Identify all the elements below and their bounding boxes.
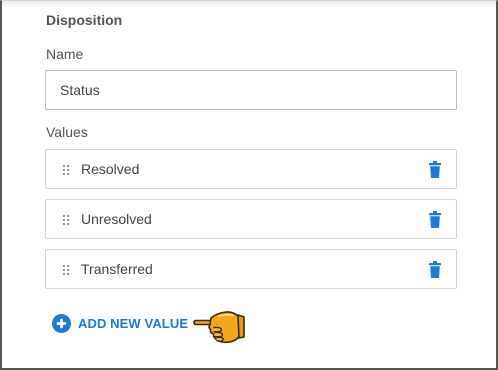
trash-icon[interactable] bbox=[429, 261, 441, 278]
trash-icon[interactable] bbox=[429, 161, 441, 178]
value-label: Transferred bbox=[81, 261, 153, 277]
panel-top-shadow bbox=[2, 1, 496, 7]
name-label: Name bbox=[46, 46, 84, 62]
value-label: Unresolved bbox=[81, 211, 152, 227]
name-input[interactable] bbox=[45, 70, 457, 110]
add-new-value-button[interactable]: ADD NEW VALUE bbox=[52, 313, 188, 333]
drag-handle-icon[interactable] bbox=[62, 214, 70, 226]
hand-pointer-icon bbox=[193, 311, 245, 344]
add-new-value-label: ADD NEW VALUE bbox=[78, 315, 189, 331]
value-row-unresolved[interactable]: Unresolved bbox=[45, 199, 457, 239]
drag-handle-icon[interactable] bbox=[62, 164, 70, 176]
trash-icon[interactable] bbox=[429, 211, 441, 228]
values-label: Values bbox=[46, 124, 88, 140]
drag-handle-icon[interactable] bbox=[62, 264, 70, 276]
value-row-resolved[interactable]: Resolved bbox=[45, 149, 457, 189]
value-label: Resolved bbox=[81, 161, 140, 177]
plus-circle-icon bbox=[52, 313, 71, 333]
section-title: Disposition bbox=[46, 12, 123, 28]
value-row-transferred[interactable]: Transferred bbox=[45, 249, 457, 289]
